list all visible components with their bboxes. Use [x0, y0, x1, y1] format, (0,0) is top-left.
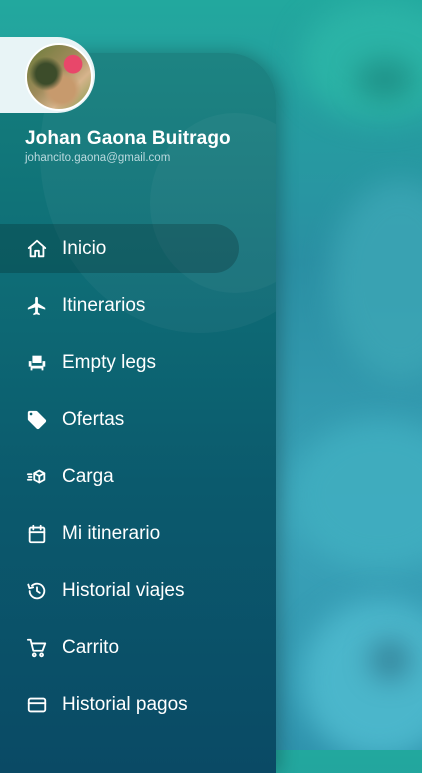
menu-item-label: Historial viajes	[62, 579, 185, 601]
user-email: johancito.gaona@gmail.com	[25, 152, 171, 164]
menu-item-mi-itinerario[interactable]: Mi itinerario	[0, 509, 276, 558]
cargo-icon	[25, 465, 49, 489]
menu-item-label: Historial pagos	[62, 693, 188, 715]
background-blur-shape	[290, 420, 422, 570]
avatar[interactable]	[25, 43, 93, 111]
menu-item-historial-pagos[interactable]: Historial pagos	[0, 680, 276, 729]
menu-item-historial-viajes[interactable]: Historial viajes	[0, 566, 276, 615]
menu-item-ofertas[interactable]: Ofertas	[0, 395, 276, 444]
menu-item-inicio[interactable]: Inicio	[0, 224, 276, 273]
background-blur-shape	[300, 0, 422, 120]
menu-item-label: Mi itinerario	[62, 522, 161, 544]
menu-item-label: Inicio	[62, 237, 107, 259]
background-blur-shape	[370, 640, 410, 680]
seat-icon	[25, 351, 49, 375]
cart-icon	[25, 636, 49, 660]
user-name: Johan Gaona Buitrago	[25, 128, 231, 149]
tag-icon	[25, 408, 49, 432]
menu-item-label: Carga	[62, 465, 114, 487]
menu-item-empty-legs[interactable]: Empty legs	[0, 338, 276, 387]
menu-item-label: Ofertas	[62, 408, 125, 430]
history-icon	[25, 579, 49, 603]
menu-item-label: Carrito	[62, 636, 120, 658]
menu-item-itinerarios[interactable]: Itinerarios	[0, 281, 276, 330]
menu-item-label: Itinerarios	[62, 294, 146, 316]
background-blur-shape	[355, 60, 415, 100]
menu-item-label: Empty legs	[62, 351, 156, 373]
credit-card-icon	[25, 693, 49, 717]
menu-item-carga[interactable]: Carga	[0, 452, 276, 501]
home-icon	[25, 237, 49, 261]
background-blur-shape	[300, 600, 422, 750]
airplane-icon	[25, 294, 49, 318]
menu-item-carrito[interactable]: Carrito	[0, 623, 276, 672]
calendar-icon	[25, 522, 49, 546]
background-blur-shape	[330, 180, 422, 380]
drawer-menu: Inicio Itinerarios Empty legs Ofertas Ca…	[0, 224, 276, 737]
